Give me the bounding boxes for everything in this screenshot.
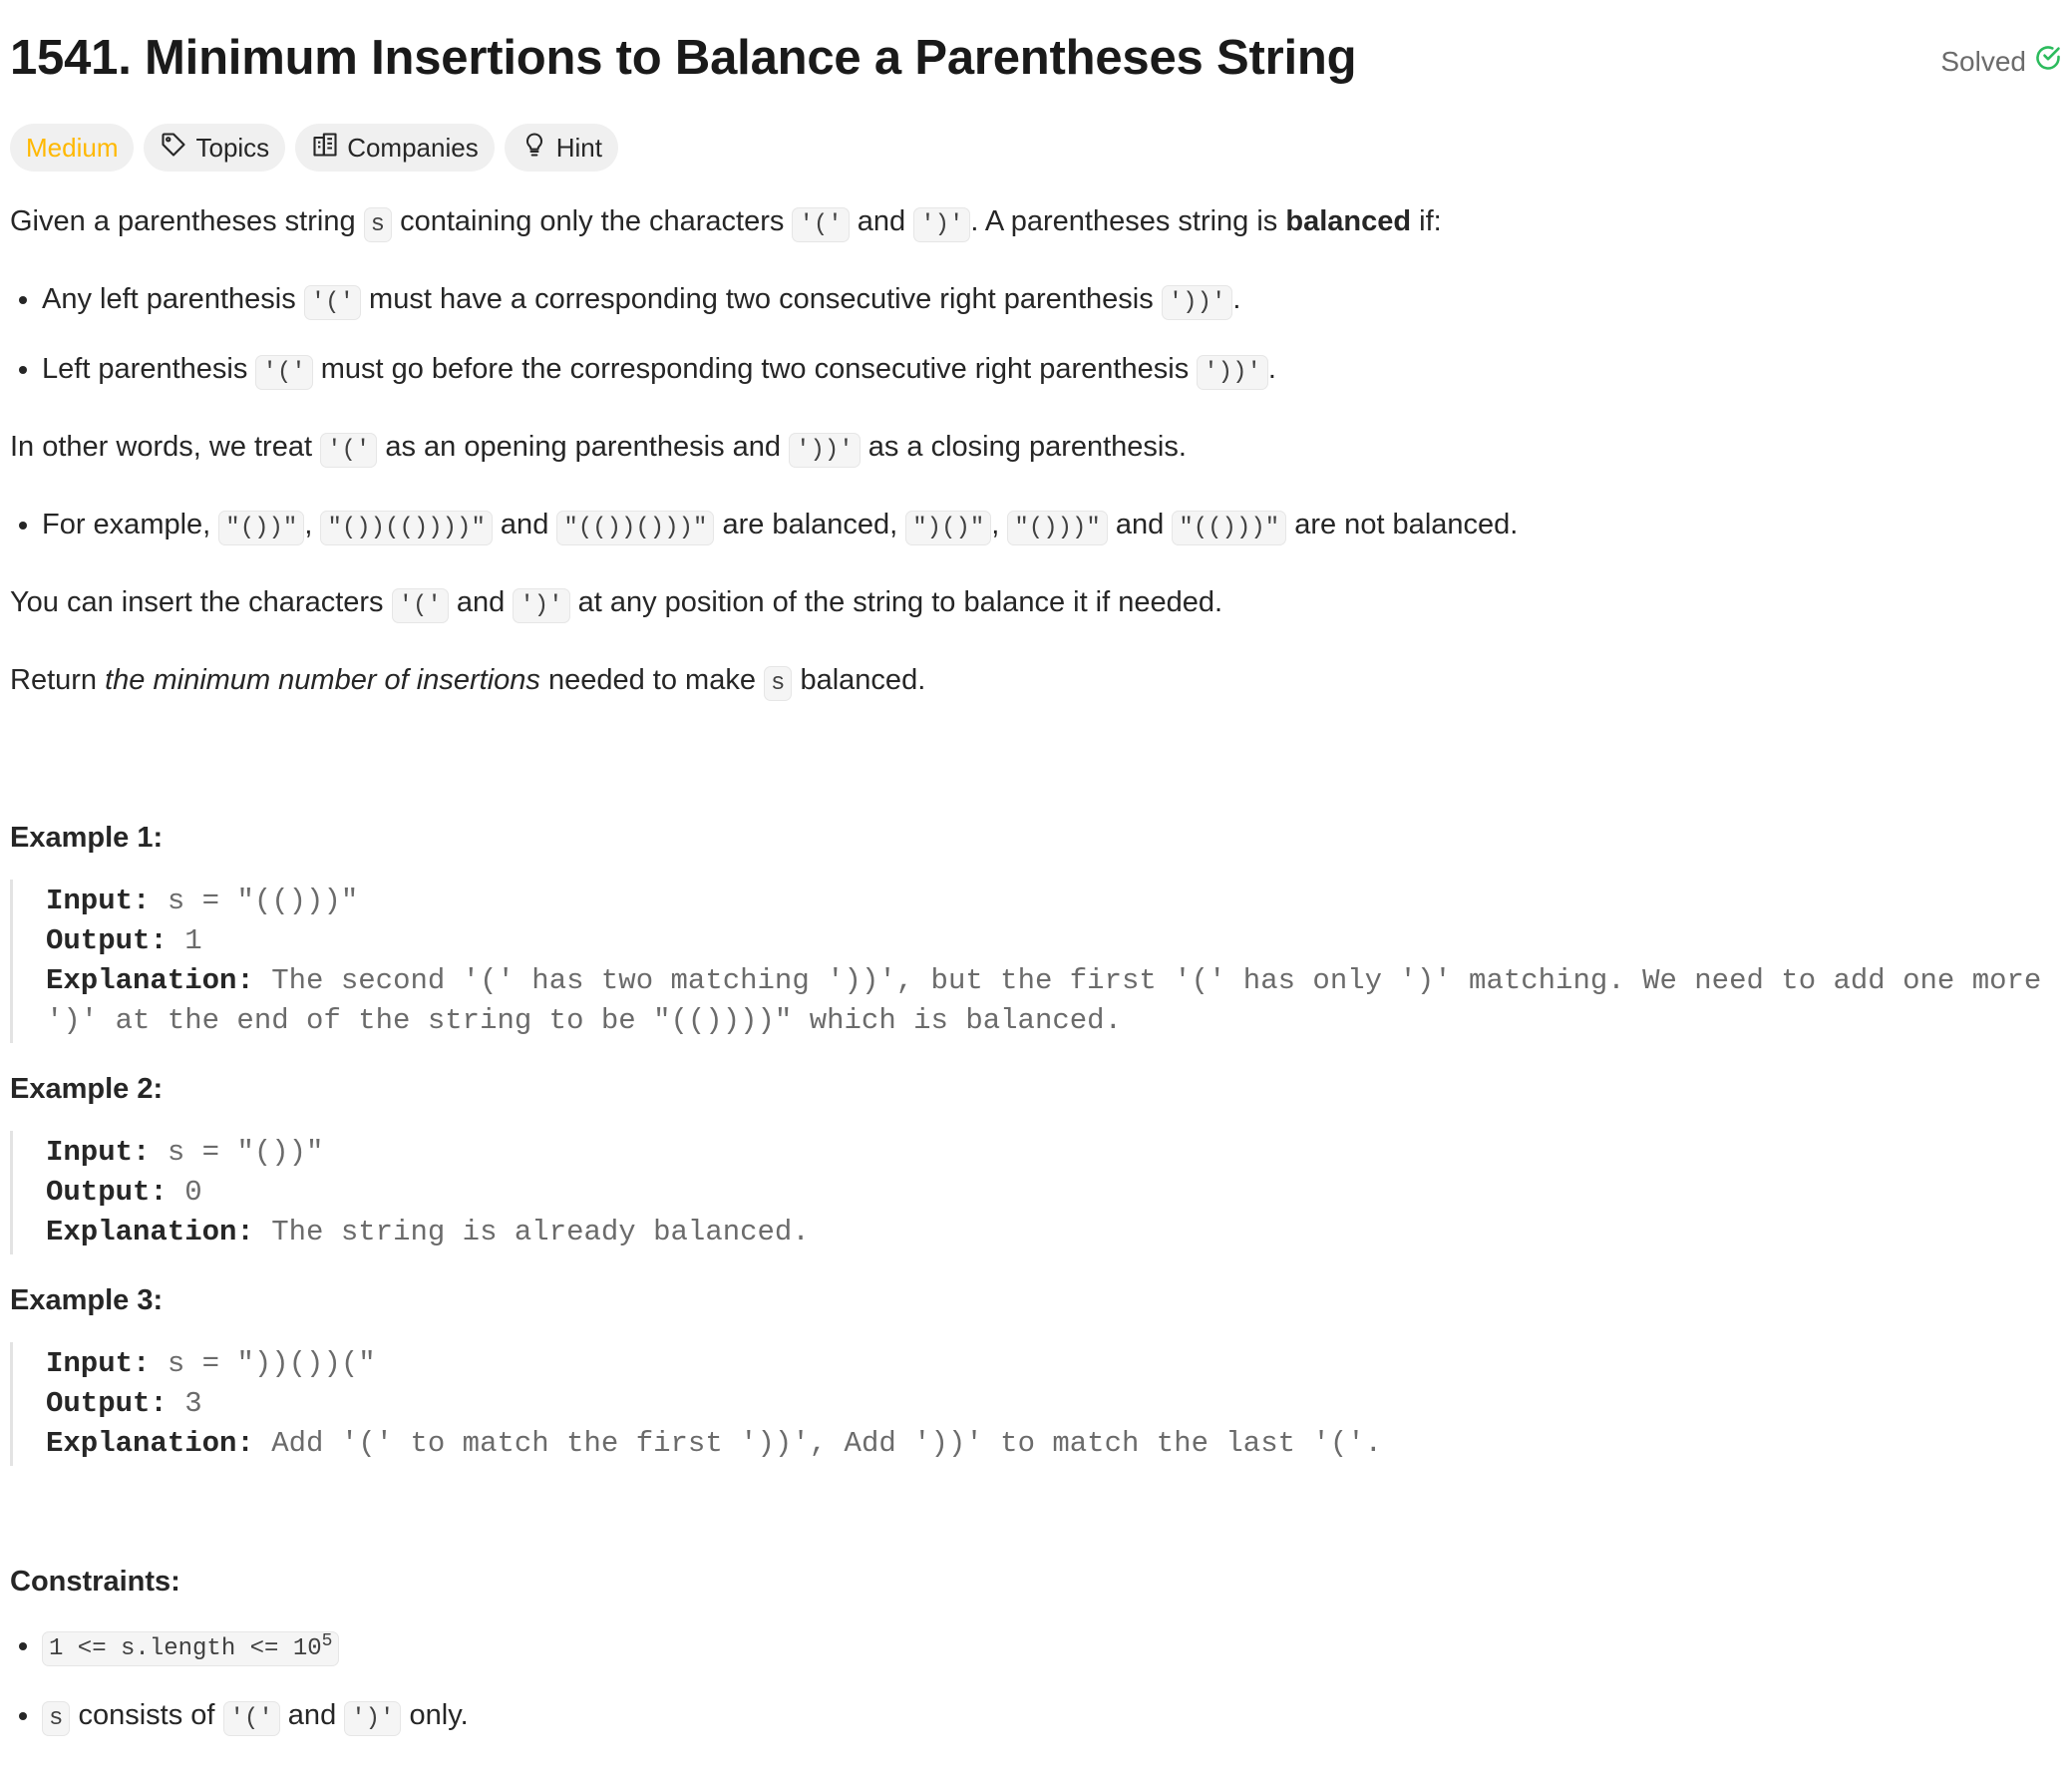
paragraph: In other words, we treat '(' as an openi… <box>10 425 2062 473</box>
constraint-item: s consists of '(' and ')' only. <box>42 1693 2062 1741</box>
hint-label: Hint <box>555 132 602 163</box>
companies-label: Companies <box>347 132 479 163</box>
difficulty-badge[interactable]: Medium <box>10 124 135 172</box>
building-icon <box>311 131 339 166</box>
problem-title[interactable]: 1541. Minimum Insertions to Balance a Pa… <box>10 30 1357 86</box>
text: . A parentheses string is <box>970 205 1286 237</box>
paragraph: You can insert the characters '(' and ')… <box>10 580 2062 628</box>
constraint-item: 1 <= s.length <= 105 <box>42 1623 2062 1671</box>
text: if: <box>1411 205 1442 237</box>
intro-paragraph: Given a parentheses string s containing … <box>10 199 2062 247</box>
example-2-title: Example 2: <box>10 1073 164 1105</box>
solved-status: Solved <box>1940 44 2062 79</box>
tag-icon <box>160 131 187 166</box>
example-3-title: Example 3: <box>10 1284 164 1316</box>
example-1-block: Input: s = "(()))" Output: 1 Explanation… <box>10 880 2062 1043</box>
problem-description: Given a parentheses string s containing … <box>10 199 2062 1771</box>
inline-code: '(' <box>792 207 850 242</box>
italic-text: the minimum number of insertions <box>105 664 540 696</box>
tag-row: Medium Topics Companies Hint <box>10 124 618 172</box>
check-circle-icon <box>2034 44 2062 79</box>
constraints-list: 1 <= s.length <= 105 s consists of '(' a… <box>10 1623 2062 1741</box>
inline-code: ')' <box>913 207 971 242</box>
text: containing only the characters <box>392 205 793 237</box>
text: and <box>849 205 914 237</box>
lightbulb-icon <box>520 131 548 166</box>
topics-button[interactable]: Topics <box>144 124 286 172</box>
constraints-title: Constraints: <box>10 1566 180 1598</box>
problem-panel: 1541. Minimum Insertions to Balance a Pa… <box>10 0 2062 1736</box>
companies-button[interactable]: Companies <box>295 124 495 172</box>
topics-label: Topics <box>195 132 270 163</box>
paragraph: Return the minimum number of insertions … <box>10 658 2062 706</box>
bold-term: balanced <box>1285 205 1412 237</box>
rules-list: Any left parenthesis '(' must have a cor… <box>10 277 2062 395</box>
text: Given a parentheses string <box>10 205 364 237</box>
hint-button[interactable]: Hint <box>504 124 618 172</box>
difficulty-label: Medium <box>26 132 119 163</box>
example-2-block: Input: s = "())" Output: 0 Explanation: … <box>10 1131 2062 1254</box>
list-item: For example, "())", "())(())))" and "(()… <box>42 503 2062 550</box>
examples-list: For example, "())", "())(())))" and "(()… <box>10 503 2062 550</box>
list-item: Any left parenthesis '(' must have a cor… <box>42 277 2062 325</box>
example-3-block: Input: s = "))())(" Output: 3 Explanatio… <box>10 1342 2062 1466</box>
solved-label: Solved <box>1940 45 2026 77</box>
list-item: Left parenthesis '(' must go before the … <box>42 347 2062 395</box>
example-1-title: Example 1: <box>10 822 164 854</box>
inline-code: s <box>363 207 393 242</box>
title-row: 1541. Minimum Insertions to Balance a Pa… <box>10 0 2062 124</box>
